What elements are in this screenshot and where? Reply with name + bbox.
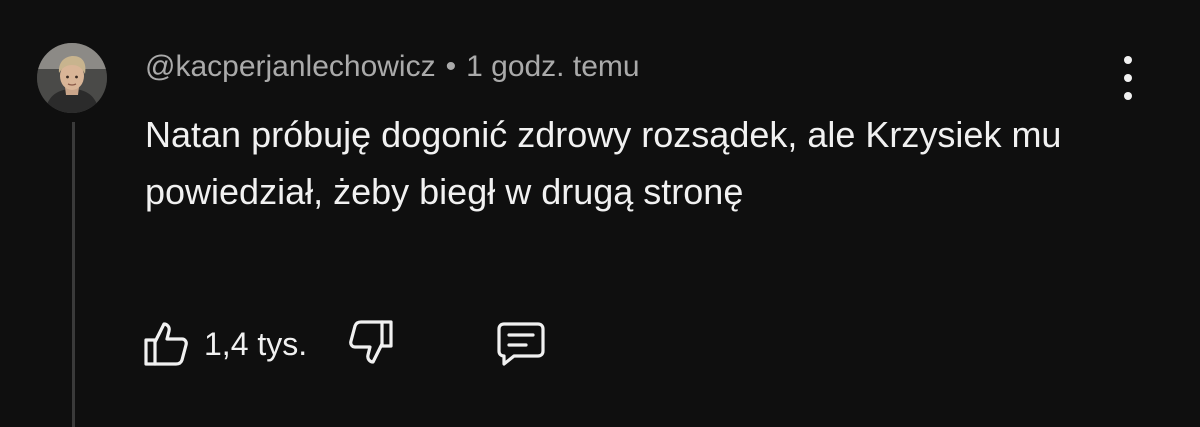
like-button[interactable] xyxy=(142,318,190,368)
separator-dot: • xyxy=(445,50,457,83)
comment-header: @kacperjanlechowicz • 1 godz. temu xyxy=(145,49,640,85)
avatar[interactable] xyxy=(37,43,107,113)
thumbs-down-icon xyxy=(349,320,393,364)
dislike-button[interactable] xyxy=(347,318,395,368)
more-options-button[interactable] xyxy=(1108,56,1148,100)
avatar-image xyxy=(37,43,107,113)
like-count: 1,4 tys. xyxy=(204,326,308,362)
thumbs-up-icon xyxy=(144,322,188,366)
reply-button[interactable] xyxy=(494,318,548,368)
more-vertical-icon xyxy=(1124,56,1132,64)
more-vertical-icon-dot xyxy=(1124,74,1132,82)
comment-text: Natan próbuję dogonić zdrowy rozsądek, a… xyxy=(145,114,1062,212)
timestamp: 1 godz. temu xyxy=(466,50,640,83)
more-vertical-icon-dot xyxy=(1124,92,1132,100)
comment-icon xyxy=(497,322,545,366)
username[interactable]: @kacperjanlechowicz xyxy=(145,50,436,83)
comment: @kacperjanlechowicz • 1 godz. temu Natan p… xyxy=(0,0,1200,427)
reply-thread-line xyxy=(72,122,75,427)
